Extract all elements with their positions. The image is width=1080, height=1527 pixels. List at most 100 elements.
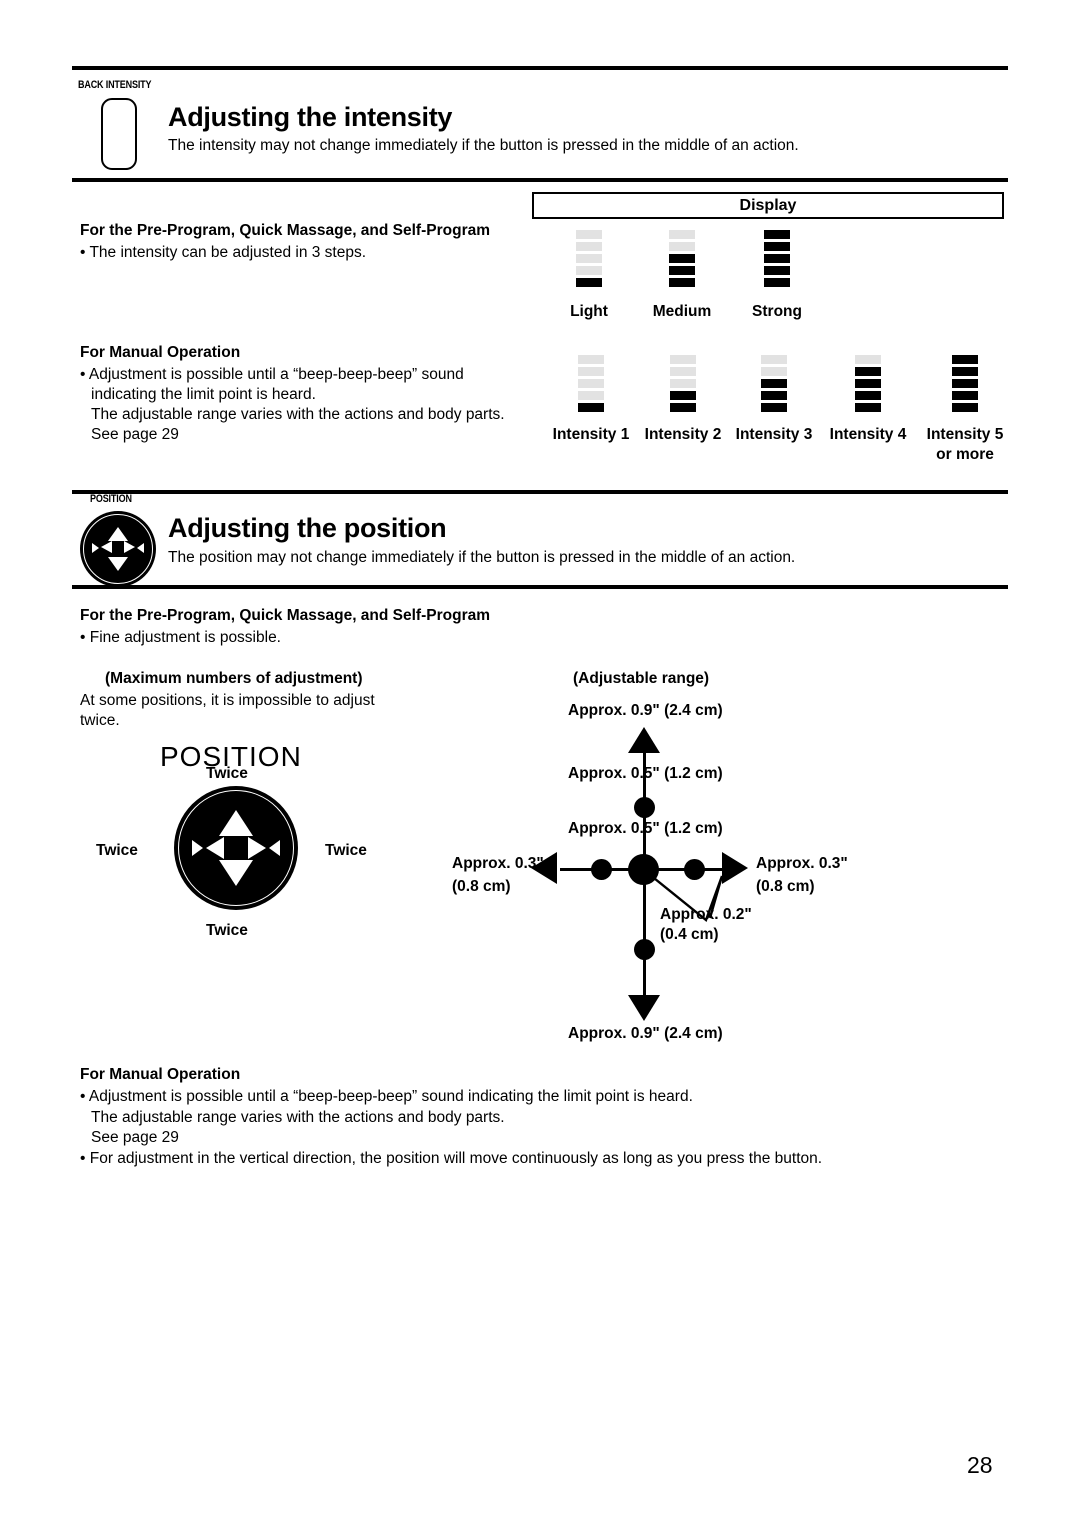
position-preprogram-heading: For the Pre-Program, Quick Massage, and … [80,607,491,624]
position-manual-heading: For Manual Operation [80,1066,241,1083]
manual-page: BACK INTENSITY Adjusting the intensity T… [0,0,1080,1527]
range-right-label-line1: Approx. 0.3" [756,855,848,872]
back-intensity-tag: BACK INTENSITY [78,79,152,91]
divider-below-intensity-header [72,178,1008,182]
meter-segment [761,367,787,376]
range-arrow-down-icon [628,995,660,1021]
arrow-left-stop-icon [92,543,99,553]
meter-segment [669,266,695,275]
position-page-title: Adjusting the position [168,513,447,543]
position-dial-large-icon[interactable] [174,786,298,910]
arrow-left-stop-icon [192,840,203,856]
adjustable-range-heading: (Adjustable range) [573,670,710,687]
meter-segment [764,266,790,275]
manual-meter-label: Intensity 1 [552,426,630,443]
arrow-down-icon [108,557,128,571]
position-tag: POSITION [90,493,132,505]
manual-meter [670,355,696,412]
meter-segment [670,403,696,412]
meter-segment [855,391,881,400]
meter-segment [855,403,881,412]
intensity-manual-line-4: See page 29 [91,426,179,443]
position-subtitle: The position may not change immediately … [168,549,796,566]
max-adjustment-heading: (Maximum numbers of adjustment) [105,670,363,687]
arrow-up-icon [108,527,128,541]
meter-segment [576,254,602,263]
range-mid-inner-label: Approx. 0.5" (1.2 cm) [568,820,723,837]
range-dot-down [634,939,655,960]
arrow-down-icon [219,860,253,886]
meter-segment [670,391,696,400]
manual-meter [761,355,787,412]
meter-segment [855,367,881,376]
meter-segment [576,242,602,251]
meter-segment [761,355,787,364]
range-left-label-line1: Approx. 0.3" [452,855,544,872]
meter-segment [764,254,790,263]
intensity-preprogram-bullet: • The intensity can be adjusted in 3 ste… [80,244,367,261]
intensity-manual-line-1: • Adjustment is possible until a “beep-b… [80,366,464,383]
program-meter-label: Strong [752,303,802,320]
position-manual-line-3: See page 29 [91,1129,179,1146]
range-top-outer-label: Approx. 0.9" (2.4 cm) [568,702,723,719]
manual-meter [952,355,978,412]
intensity-manual-line-2: indicating the limit point is heard. [91,386,316,403]
display-box-label: Display [739,196,797,214]
position-dpad-button-icon[interactable] [80,511,156,587]
meter-segment [669,278,695,287]
meter-segment [952,403,978,412]
program-meter-label: Medium [652,303,712,320]
meter-segment [855,379,881,388]
back-intensity-button-icon[interactable] [101,98,137,170]
meter-segment [576,278,602,287]
meter-segment [670,367,696,376]
arrow-left-icon [206,837,224,859]
manual-meter-label-extra: or more [936,446,994,463]
divider-below-position-header [72,585,1008,589]
range-small-label-line1: Approx. 0.2" [660,906,752,923]
meter-segment [669,242,695,251]
arrow-right-stop-icon [269,840,280,856]
page-number: 28 [967,1452,993,1478]
meter-segment [670,379,696,388]
divider-top [72,66,1008,70]
meter-segment [952,367,978,376]
meter-segment [761,379,787,388]
divider-above-position-header [72,490,1008,494]
intensity-preprogram-heading: For the Pre-Program, Quick Massage, and … [80,222,491,239]
arrow-right-stop-icon [137,543,144,553]
intensity-manual-heading: For Manual Operation [80,344,241,361]
meter-segment [576,266,602,275]
dial-label-bottom: Twice [206,922,248,939]
meter-segment [576,230,602,239]
meter-segment [764,278,790,287]
meter-segment [578,391,604,400]
display-box: Display [532,192,1004,219]
meter-segment [855,355,881,364]
program-meter-label: Light [570,303,608,320]
max-adjustment-line-1: At some positions, it is impossible to a… [80,692,375,709]
manual-meter [855,355,881,412]
position-manual-line-2: The adjustable range varies with the act… [91,1109,505,1126]
meter-segment [761,391,787,400]
meter-segment [952,391,978,400]
manual-meter [578,355,604,412]
range-bottom-outer-label: Approx. 0.9" (2.4 cm) [568,1025,723,1042]
meter-segment [761,403,787,412]
program-meter [669,230,695,287]
intensity-subtitle: The intensity may not change immediately… [168,137,799,154]
arrow-right-icon [248,837,266,859]
intensity-page-title: Adjusting the intensity [168,102,453,132]
dial-label-top: Twice [206,765,248,782]
range-top-inner-label: Approx. 0.5" (1.2 cm) [568,765,723,782]
meter-segment [952,355,978,364]
meter-segment [578,379,604,388]
meter-segment [578,403,604,412]
meter-segment [670,355,696,364]
range-dot-left [591,859,612,880]
position-preprogram-bullet: • Fine adjustment is possible. [80,629,281,646]
manual-meter-label: Intensity 3 [735,426,813,443]
range-right-label-line2: (0.8 cm) [756,878,815,895]
program-meter [764,230,790,287]
range-arrow-up-icon [628,727,660,753]
